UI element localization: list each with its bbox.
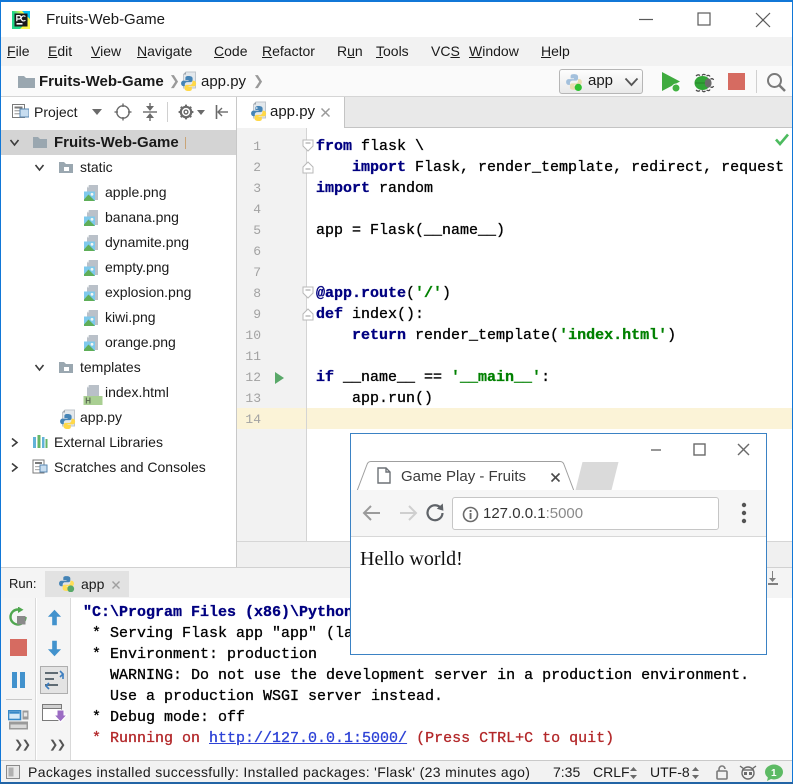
svg-text:1: 1	[771, 768, 777, 779]
svg-text:H: H	[85, 397, 91, 406]
